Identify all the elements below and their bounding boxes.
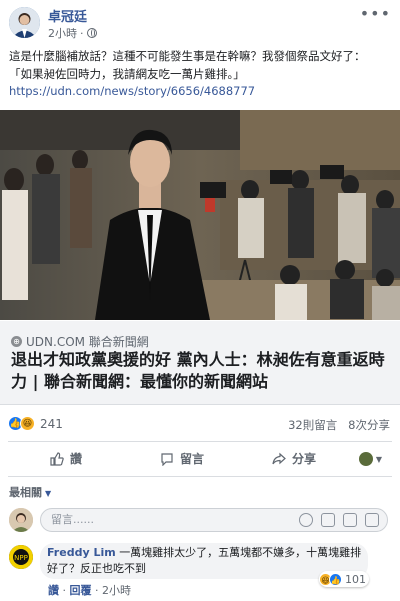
link-preview-title[interactable]: 退出才知政黨奧援的好 黨內人士：林昶佐有意重返時力 | 聯合新聞網：最懂你的新聞… bbox=[11, 349, 391, 393]
comment-time[interactable]: 2小時 bbox=[102, 584, 131, 597]
divider bbox=[8, 476, 392, 477]
comment-icon bbox=[161, 452, 173, 466]
comment-reply-link[interactable]: 回覆 bbox=[70, 584, 92, 597]
share-icon bbox=[272, 452, 286, 464]
chevron-down-icon: ▼ bbox=[375, 454, 382, 464]
engagement-counts: 32則留言 8次分享 bbox=[288, 417, 390, 433]
comment-reactions[interactable]: 😆 👍 101 bbox=[319, 571, 369, 587]
divider bbox=[8, 441, 392, 442]
reaction-count: 241 bbox=[40, 416, 63, 431]
share-count-link[interactable]: 8次分享 bbox=[348, 418, 390, 432]
post-as-selector[interactable]: ▼ bbox=[358, 452, 382, 466]
comment-sort-label: 最相關 bbox=[9, 486, 42, 499]
comment-body: Freddy Lim 一萬塊雞排太少了，五萬塊都不嫌多，十萬塊雞排好了？反正也吃… bbox=[47, 545, 367, 577]
emoji-icon[interactable] bbox=[299, 513, 313, 527]
globe-icon bbox=[86, 28, 97, 38]
comment-tools bbox=[299, 513, 379, 527]
link-source-icon: ⊕ bbox=[11, 336, 22, 347]
comment-count-link[interactable]: 32則留言 bbox=[288, 418, 337, 432]
post-link[interactable]: https://udn.com/news/story/6656/4688777 bbox=[9, 84, 255, 98]
comment-reaction-count: 101 bbox=[345, 572, 366, 586]
svg-text:NPP: NPP bbox=[14, 554, 28, 562]
share-button-label: 分享 bbox=[292, 452, 317, 466]
comment-button-label: 留言 bbox=[180, 452, 205, 466]
commenter-avatar[interactable]: NPP bbox=[9, 545, 33, 569]
author-name[interactable]: 卓冠廷 bbox=[48, 6, 87, 25]
post-actions: 讚 留言 分享 ▼ bbox=[0, 446, 400, 472]
author-avatar[interactable] bbox=[9, 7, 40, 38]
comment-input-box[interactable] bbox=[40, 508, 388, 532]
haha-reaction-icon: 😆 bbox=[20, 416, 35, 431]
like-button-label: 讚 bbox=[70, 452, 83, 466]
post-text: 這是什麼腦補放話？這種不可能發生事是在幹嘛？我發個祭品文好了： 「如果昶佐回時力… bbox=[9, 47, 394, 83]
comment-like-link[interactable]: 讚 bbox=[48, 584, 59, 597]
more-options-button[interactable]: ••• bbox=[360, 4, 391, 23]
reaction-summary[interactable]: 👍 😆 241 bbox=[8, 416, 63, 431]
post-text-line-2: 「如果昶佐回時力，我請網友吃一萬片雞排。」 bbox=[9, 67, 245, 81]
comment-input[interactable] bbox=[51, 513, 291, 526]
thumbs-up-icon bbox=[50, 451, 64, 466]
sticker-icon[interactable] bbox=[365, 513, 379, 527]
avatar bbox=[358, 452, 373, 466]
share-button[interactable]: 分享 bbox=[272, 450, 316, 467]
current-user-avatar bbox=[9, 508, 33, 532]
gif-icon[interactable] bbox=[343, 513, 357, 527]
like-reaction-icon: 👍 bbox=[329, 572, 342, 586]
link-source-label: UDN.COM 聯合新聞網 bbox=[26, 335, 149, 349]
post-text-line-1: 這是什麼腦補放話？這種不可能發生事是在幹嘛？我發個祭品文好了： bbox=[9, 49, 366, 63]
comment-button[interactable]: 留言 bbox=[160, 450, 204, 467]
comment-author[interactable]: Freddy Lim bbox=[47, 546, 116, 559]
post-meta: 2小時 · bbox=[48, 25, 97, 41]
like-button[interactable]: 讚 bbox=[50, 450, 82, 467]
camera-icon[interactable] bbox=[321, 513, 335, 527]
link-preview-source: ⊕ UDN.COM 聯合新聞網 bbox=[11, 333, 149, 350]
comment-meta: 讚 · 回覆 · 2小時 bbox=[48, 584, 131, 597]
post-header: 卓冠廷 2小時 · ••• bbox=[0, 0, 400, 44]
link-preview-image[interactable] bbox=[0, 110, 400, 320]
post-time[interactable]: 2小時 bbox=[48, 25, 77, 41]
chevron-down-icon: ▼ bbox=[45, 489, 52, 498]
comment-sort-dropdown[interactable]: 最相關 ▼ bbox=[9, 484, 51, 500]
